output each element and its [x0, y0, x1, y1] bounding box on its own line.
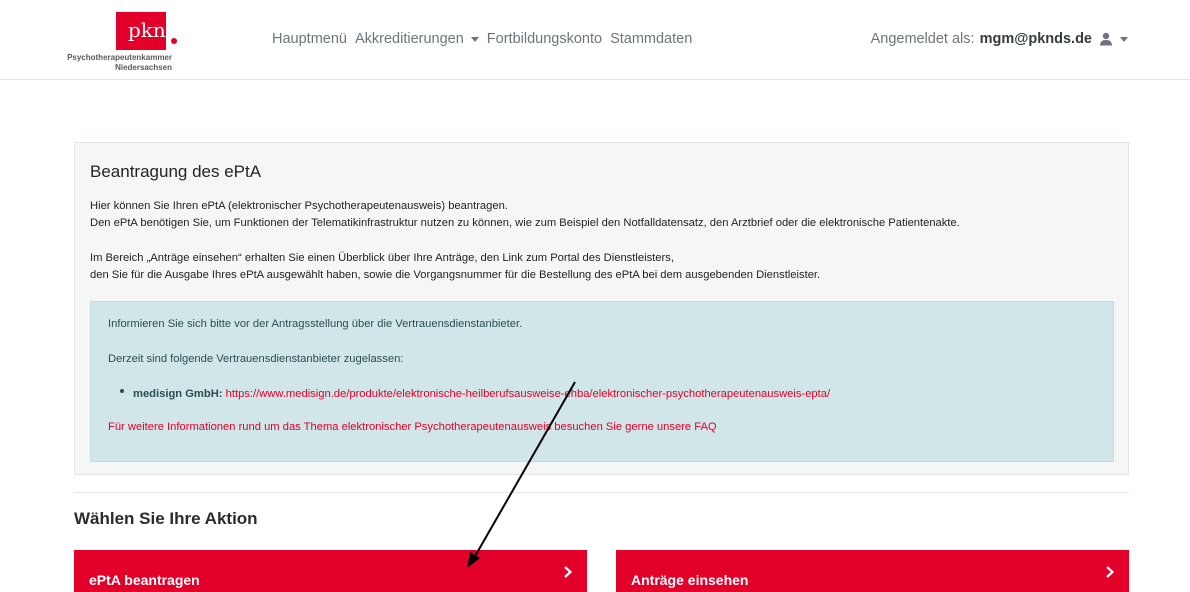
- user-email: mgm@pknds.de: [979, 31, 1092, 47]
- actions-heading: Wählen Sie Ihre Aktion: [74, 509, 258, 528]
- user-icon-svg: [1100, 32, 1112, 46]
- faq-link[interactable]: Für weitere Informationen rund um das Th…: [108, 421, 717, 433]
- antraege-einsehen-button[interactable]: Anträge einsehen: [616, 550, 1129, 592]
- chevron-right-icon: [564, 566, 573, 578]
- overview-text-line2: den Sie für die Ausgabe Ihres ePtA ausge…: [90, 269, 821, 281]
- info-panel: Beantragung des ePtA Hier können Sie Ihr…: [74, 142, 1129, 475]
- logged-in-label: Angemeldet als:: [870, 31, 975, 47]
- logo-text: pkn: [128, 18, 166, 42]
- chevron-right-icon: [1106, 566, 1115, 578]
- provider-name: medisign GmbH:: [133, 388, 223, 400]
- user-menu[interactable]: Angemeldet als: mgm@pknds.de: [871, 31, 1128, 47]
- nav-item-hauptmenu[interactable]: Hauptmenü: [272, 31, 347, 47]
- nav-item-label: Fortbildungskonto: [486, 31, 603, 47]
- nav-item-stammdaten[interactable]: Stammdaten: [610, 31, 692, 47]
- logo-dot: [171, 38, 177, 44]
- user-icon[interactable]: [1099, 32, 1128, 46]
- top-navbar: pkn Psychotherapeutenkammer Niedersachse…: [0, 0, 1190, 80]
- button-label: Anträge einsehen: [631, 572, 749, 588]
- intro-text-line2: Den ePtA benötigen Sie, um Funktionen de…: [90, 217, 960, 229]
- alert-intro: Informieren Sie sich bitte vor der Antra…: [108, 318, 523, 330]
- logo-subtitle-line2: Niedersachsen: [115, 63, 172, 72]
- provider-list-item: medisign GmbH: https://www.medisign.de/p…: [133, 388, 830, 400]
- pkn-logo[interactable]: pkn Psychotherapeutenkammer Niedersachse…: [60, 12, 180, 72]
- nav-item-label: Akkreditierungen: [354, 31, 464, 47]
- nav-item-fortbildungskonto[interactable]: Fortbildungskonto: [487, 31, 602, 47]
- button-label: ePtA beantragen: [89, 572, 200, 588]
- logo-subtitle-line1: Psychotherapeutenkammer: [67, 53, 172, 62]
- overview-text-line1: Im Bereich „Anträge einsehen“ erhalten S…: [90, 252, 674, 264]
- nav-item-label: Stammdaten: [610, 31, 693, 47]
- alert-providers-label: Derzeit sind folgende Vertrauensdienstan…: [108, 353, 404, 365]
- provider-info-alert: Informieren Sie sich bitte vor der Antra…: [90, 301, 1114, 462]
- intro-text-line1: Hier können Sie Ihren ePtA (elektronisch…: [90, 200, 508, 212]
- caret-down-icon: [1120, 36, 1128, 42]
- panel-title: Beantragung des ePtA: [90, 162, 262, 181]
- caret-down-icon: [470, 36, 479, 42]
- bullet-icon: [120, 389, 124, 393]
- epta-beantragen-button[interactable]: ePtA beantragen: [74, 550, 587, 592]
- nav-item-label: Hauptmenü: [272, 31, 347, 47]
- main-nav: Hauptmenü Akkreditierungen Fortbildungsk…: [272, 31, 692, 47]
- provider-link[interactable]: https://www.medisign.de/produkte/elektro…: [226, 388, 830, 400]
- section-divider: [74, 492, 1129, 493]
- nav-item-akkreditierungen[interactable]: Akkreditierungen: [355, 31, 479, 47]
